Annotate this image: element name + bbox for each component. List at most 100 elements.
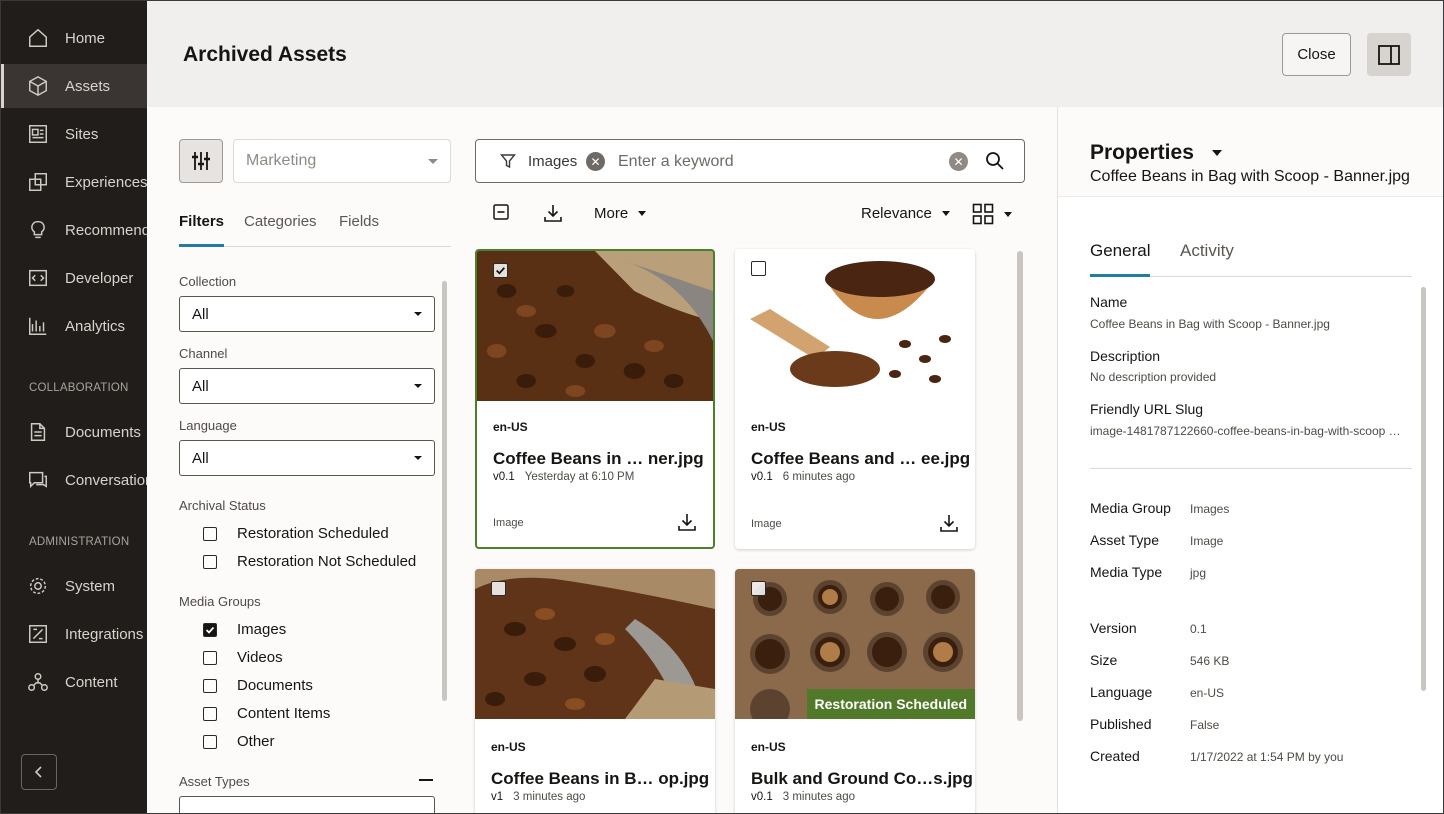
checkbox-images[interactable]: Images — [203, 621, 286, 638]
sort-select[interactable]: Relevance — [861, 205, 950, 222]
card-checkbox[interactable] — [751, 261, 766, 276]
sidebar-item-label: Experiences — [65, 173, 147, 191]
sidebar-item-label: Analytics — [65, 317, 126, 335]
card-version: v0.1 — [751, 791, 773, 803]
card-checkbox[interactable] — [493, 263, 508, 278]
card-language: en-US — [493, 420, 528, 434]
asset-types-select[interactable] — [179, 796, 435, 813]
asset-type-label: Asset Type — [1090, 532, 1160, 548]
asset-card[interactable]: en-US Coffee Beans in B… op.jpg v1 3 minu… — [475, 569, 715, 813]
card-title[interactable]: Coffee Beans in … ner.jpg — [493, 449, 704, 469]
checkbox-videos[interactable]: Videos — [203, 649, 283, 666]
sidebar-item-sites[interactable]: Sites — [1, 112, 147, 156]
version-label: Version — [1090, 620, 1137, 636]
collapse-section-icon[interactable] — [419, 779, 433, 781]
asset-card[interactable]: en-US Coffee Beans in … ner.jpg v0.1 Yest… — [475, 249, 715, 549]
tab-filters[interactable]: Filters — [179, 213, 225, 247]
repository-select[interactable]: Marketing — [233, 139, 451, 183]
download-icon[interactable] — [543, 203, 563, 223]
sidebar-item-label: Content — [65, 673, 118, 691]
filter-scrollbar[interactable] — [442, 281, 447, 701]
sidebar-item-home[interactable]: Home — [1, 16, 147, 60]
view-toggle-button[interactable] — [972, 203, 1012, 225]
card-version: v0.1 — [493, 471, 515, 483]
checkbox-label: Restoration Scheduled — [237, 525, 389, 542]
collapse-sidebar-button[interactable] — [21, 754, 57, 790]
sidebar-item-analytics[interactable]: Analytics — [1, 304, 147, 348]
properties-title-menu[interactable]: Properties — [1090, 141, 1222, 165]
tab-general[interactable]: General — [1090, 241, 1151, 277]
asset-card[interactable]: Restoration Scheduled en-US Bulk and Gro… — [735, 569, 975, 813]
analytics-icon — [27, 315, 49, 337]
more-menu-button[interactable]: More — [594, 205, 647, 222]
tab-fields[interactable]: Fields — [339, 213, 379, 247]
card-title[interactable]: Coffee Beans in B… op.jpg — [491, 769, 709, 789]
checkbox-documents[interactable]: Documents — [203, 677, 313, 694]
sidebar-item-developer[interactable]: Developer — [1, 256, 147, 300]
filter-toggle-button[interactable] — [179, 139, 223, 183]
sidebar-item-system[interactable]: System — [1, 564, 147, 608]
checkbox-box[interactable] — [203, 622, 217, 637]
card-checkbox[interactable] — [491, 581, 506, 596]
tab-activity[interactable]: Activity — [1180, 241, 1234, 277]
sidebar-item-content[interactable]: Content — [1, 660, 147, 704]
card-title[interactable]: Coffee Beans and … ee.jpg — [751, 449, 970, 469]
card-language: en-US — [751, 420, 786, 434]
sidebar-item-documents[interactable]: Documents — [1, 410, 147, 454]
checkbox-content-items[interactable]: Content Items — [203, 705, 330, 722]
download-icon[interactable] — [939, 513, 959, 533]
checkbox-box[interactable] — [203, 706, 217, 721]
checkbox-restoration-not-scheduled[interactable]: Restoration Not Scheduled — [203, 553, 416, 570]
search-input[interactable] — [618, 150, 938, 174]
sidebar-item-recommendations[interactable]: Recommendations — [1, 208, 147, 252]
tab-categories[interactable]: Categories — [244, 213, 317, 247]
properties-panel: Properties Coffee Beans in Bag with Scoo… — [1057, 107, 1443, 813]
sidebar: Home Assets Sites Experiences Recommenda… — [1, 1, 147, 813]
remove-chip-button[interactable]: ✕ — [586, 152, 605, 171]
gear-icon — [27, 575, 49, 597]
properties-tabs: General Activity — [1090, 241, 1412, 277]
checkbox-restoration-scheduled[interactable]: Restoration Scheduled — [203, 525, 389, 542]
chevron-down-icon — [414, 312, 422, 316]
created-label: Created — [1090, 748, 1140, 764]
integrations-icon — [27, 623, 49, 645]
card-meta: v0.1 Yesterday at 6:10 PM — [493, 471, 634, 483]
sidebar-item-experiences[interactable]: Experiences — [1, 160, 147, 204]
checkbox-box[interactable] — [203, 678, 217, 693]
card-checkbox[interactable] — [751, 581, 766, 596]
select-all-icon[interactable] — [492, 203, 510, 221]
checkbox-box[interactable] — [203, 734, 217, 749]
results-scrollbar[interactable] — [1017, 251, 1023, 721]
results-area: Images ✕ ✕ More Relevance — [451, 107, 1057, 813]
checkbox-box[interactable] — [203, 554, 217, 569]
clear-search-button[interactable]: ✕ — [949, 152, 968, 171]
sidebar-item-label: Conversations — [65, 471, 147, 489]
toggle-properties-panel-button[interactable] — [1367, 33, 1411, 76]
card-time: 3 minutes ago — [782, 791, 855, 803]
channel-select[interactable]: All — [179, 368, 435, 404]
sidebar-item-assets[interactable]: Assets — [1, 64, 147, 108]
collection-select[interactable]: All — [179, 296, 435, 332]
sidebar-item-integrations[interactable]: Integrations — [1, 612, 147, 656]
search-icon[interactable] — [985, 151, 1005, 171]
close-button[interactable]: Close — [1282, 33, 1351, 76]
card-title[interactable]: Bulk and Ground Co…s.jpg — [751, 769, 973, 789]
checkbox-label: Documents — [237, 677, 313, 694]
sidebar-item-label: Sites — [65, 125, 99, 143]
checkbox-label: Videos — [237, 649, 283, 666]
sidebar-item-conversations[interactable]: Conversations — [1, 458, 147, 502]
checkbox-box[interactable] — [203, 650, 217, 665]
card-version: v0.1 — [751, 471, 773, 483]
card-meta: v0.1 3 minutes ago — [751, 791, 855, 803]
asset-card[interactable]: en-US Coffee Beans and … ee.jpg v0.1 6 mi… — [735, 249, 975, 549]
chevron-down-icon — [1211, 150, 1222, 156]
properties-scrollbar[interactable] — [1421, 287, 1426, 691]
app-window: Home Assets Sites Experiences Recommenda… — [0, 0, 1444, 814]
checkbox-other[interactable]: Other — [203, 733, 275, 750]
download-icon[interactable] — [677, 512, 697, 532]
language-select[interactable]: All — [179, 440, 435, 476]
published-value: False — [1190, 718, 1220, 732]
chevron-left-icon — [34, 766, 42, 778]
asset-type-value: Image — [1190, 534, 1224, 548]
checkbox-box[interactable] — [203, 526, 217, 541]
